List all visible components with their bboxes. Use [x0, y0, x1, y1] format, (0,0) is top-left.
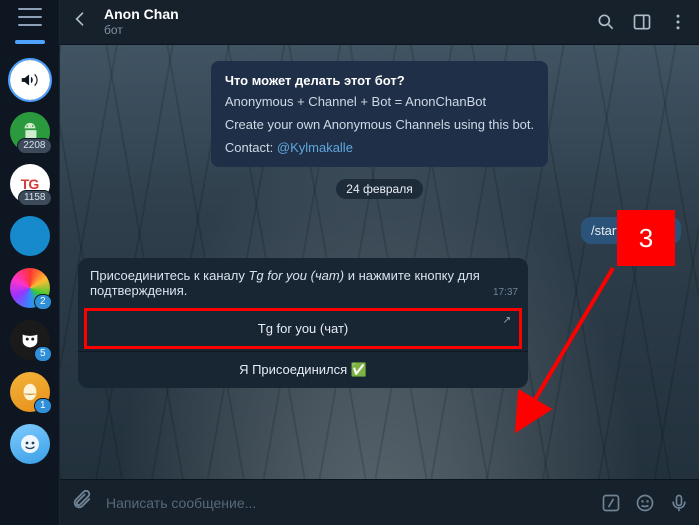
- active-indicator: [15, 40, 45, 44]
- chat-shortcut-android[interactable]: 2208: [10, 112, 50, 152]
- commands-icon[interactable]: [601, 493, 621, 513]
- bot-info-card: Что может делать этот бот? Anonymous + C…: [211, 61, 548, 167]
- hamburger-menu-icon[interactable]: [18, 8, 42, 26]
- back-icon[interactable]: [70, 9, 90, 35]
- inline-button-label: Я Присоединился ✅: [239, 362, 367, 377]
- contact-label: Contact:: [225, 140, 277, 155]
- main-panel: Anon Chan бот Что может делать этот бот?…: [60, 0, 699, 525]
- chat-list-sidebar: 2208 TG 1158 2 5 1: [0, 0, 60, 525]
- chat-shortcut-saved[interactable]: [10, 216, 50, 256]
- incoming-text: Присоединитесь к каналу Tg for you (чат)…: [78, 258, 528, 304]
- chat-subtitle: бот: [104, 22, 581, 38]
- chat-shortcut-face[interactable]: [10, 424, 50, 464]
- unread-badge: 1158: [18, 190, 52, 206]
- annotation-step-number: 3: [617, 210, 675, 266]
- more-icon[interactable]: [667, 11, 689, 33]
- emoji-icon[interactable]: [635, 493, 655, 513]
- inline-button-label: Tg for you (чат): [258, 321, 348, 336]
- unread-badge: 2208: [17, 138, 51, 154]
- chat-title-block[interactable]: Anon Chan бот: [104, 6, 581, 38]
- face-avatar: [10, 424, 50, 464]
- bot-info-question: Что может делать этот бот?: [225, 73, 534, 88]
- outgoing-text: /start: [591, 223, 620, 238]
- attach-icon[interactable]: [70, 489, 92, 516]
- incoming-pre: Присоединитесь к каналу: [90, 268, 248, 283]
- chat-shortcut-bullhorn[interactable]: [10, 60, 50, 100]
- chat-shortcut-mask[interactable]: 5: [10, 320, 50, 360]
- bot-info-line2: Create your own Anonymous Channels using…: [225, 117, 534, 132]
- chat-area[interactable]: Что может делать этот бот? Anonymous + C…: [60, 45, 699, 479]
- incoming-message[interactable]: Присоединитесь к каналу Tg for you (чат)…: [78, 258, 528, 388]
- bullhorn-icon: [10, 60, 50, 100]
- chat-shortcut-tg[interactable]: TG 1158: [10, 164, 50, 204]
- chat-shortcut-egg[interactable]: 1: [10, 372, 50, 412]
- date-separator: 24 февраля: [336, 179, 422, 199]
- unread-badge: 1: [34, 398, 52, 414]
- search-icon[interactable]: [595, 11, 617, 33]
- contact-handle[interactable]: @Kylmakalle: [277, 140, 353, 155]
- chat-header: Anon Chan бот: [60, 0, 699, 45]
- chat-title: Anon Chan: [104, 6, 581, 22]
- bot-info-contact: Contact: @Kylmakalle: [225, 140, 534, 155]
- incoming-time: 17:37: [493, 287, 518, 298]
- bot-info-line1: Anonymous + Channel + Bot = AnonChanBot: [225, 94, 534, 109]
- unread-badge: 2: [34, 294, 52, 310]
- bookmark-icon: [10, 216, 50, 256]
- incoming-channel: Tg for you (чат): [248, 268, 344, 283]
- external-link-icon: ↗: [503, 315, 511, 326]
- sidepanel-icon[interactable]: [631, 11, 653, 33]
- message-input-bar: [60, 479, 699, 525]
- message-input[interactable]: [106, 495, 587, 511]
- voice-icon[interactable]: [669, 493, 689, 513]
- unread-badge: 5: [34, 346, 52, 362]
- inline-button-confirm-joined[interactable]: Я Присоединился ✅: [78, 351, 528, 388]
- inline-button-join-channel[interactable]: Tg for you (чат) ↗: [84, 308, 522, 349]
- chat-shortcut-rainbow[interactable]: 2: [10, 268, 50, 308]
